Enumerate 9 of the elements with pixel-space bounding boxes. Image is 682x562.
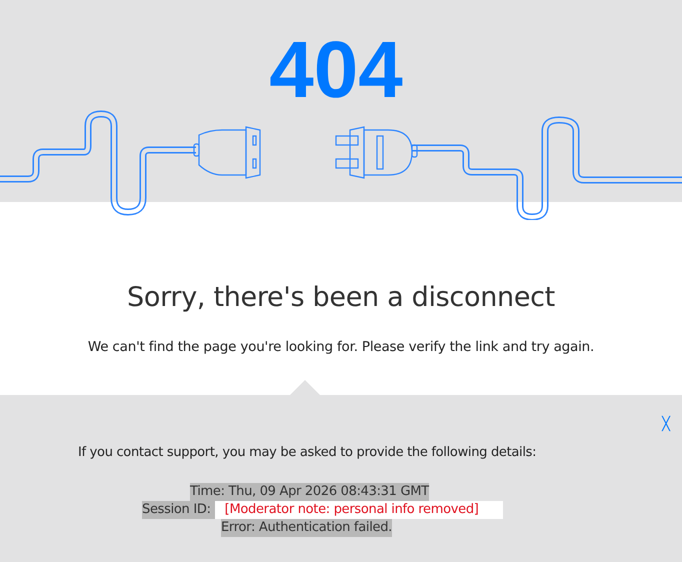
close-button[interactable]: ╳ [662, 417, 670, 432]
error-detail: Error: Authentication failed. [221, 519, 392, 537]
error-code: 404 [269, 30, 403, 110]
support-intro: If you contact support, you may be asked to provide the following details: [78, 445, 536, 460]
time-detail: Time: Thu, 09 Apr 2026 08:43:31 GMT [190, 483, 429, 501]
session-label: Session ID: [142, 501, 215, 519]
error-heading: Sorry, there's been a disconnect [127, 282, 555, 313]
redaction-note: [Moderator note: personal info removed] [214, 501, 503, 519]
error-message: We can't find the page you're looking for. Please verify the link and try again. [88, 339, 594, 355]
